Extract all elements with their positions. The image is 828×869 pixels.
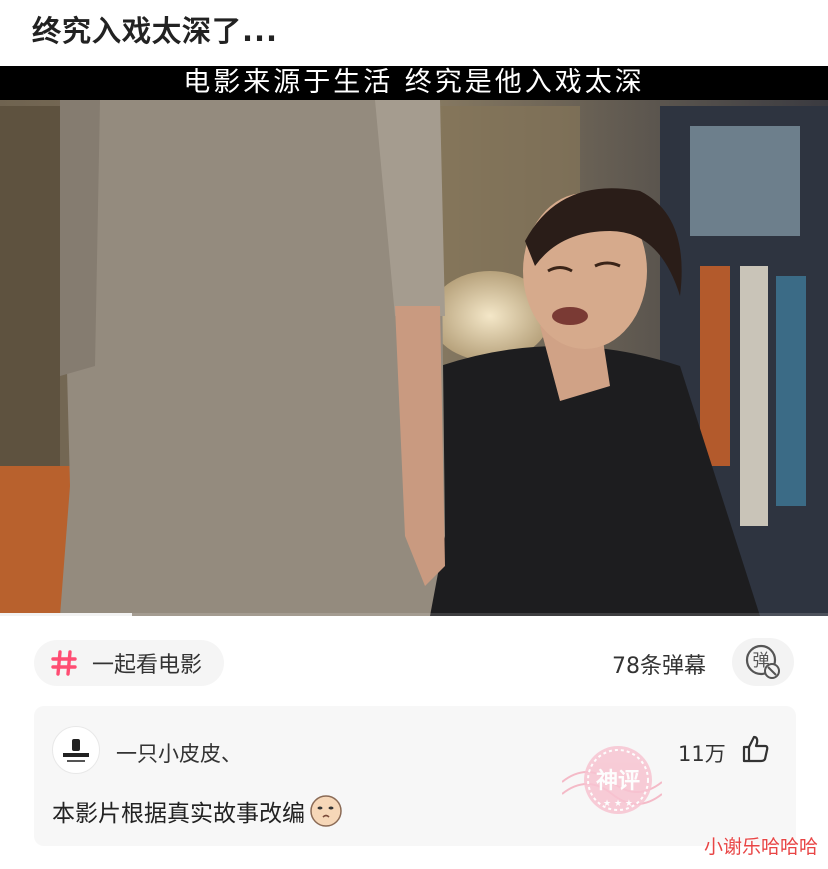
stamp-icon: 神评 ★ ★ ★ <box>562 746 662 814</box>
like-count: 11万 <box>678 742 726 766</box>
danmaku-count: 78条弹幕 <box>612 654 706 679</box>
video-player[interactable]: 电影来源于生活 终究是他入戏太深 <box>0 66 828 616</box>
stamp-text: 神评 <box>596 768 640 794</box>
comment-text: 本影片根据真实故事改编 <box>52 801 305 827</box>
avatar-logo-icon <box>63 739 89 762</box>
topic-tag[interactable]: 一起看电影 <box>34 640 224 686</box>
avatar[interactable] <box>52 726 100 774</box>
watermark: 小谢乐哈哈哈 <box>703 836 818 858</box>
video-progress-bar[interactable] <box>0 613 828 616</box>
video-subtitle: 电影来源于生活 终究是他入戏太深 <box>183 67 645 98</box>
video-still <box>0 66 828 616</box>
danmaku-off-icon: 弹 <box>745 644 780 679</box>
comment-body: 本影片根据真实故事改编 <box>52 794 343 828</box>
hot-comment-card[interactable]: 一只小皮皮、 神评 ★ ★ ★ 11万 本影片根据真实故事改编 <box>34 706 796 846</box>
post-title: 终究入戏太深了... <box>32 14 279 48</box>
thumbs-up-icon[interactable] <box>740 734 770 764</box>
danmaku-toggle-button[interactable]: 弹 <box>732 638 794 686</box>
video-progress-fill <box>0 613 133 616</box>
hash-icon <box>51 650 77 676</box>
svg-text:★ ★ ★: ★ ★ ★ <box>603 799 633 809</box>
face-emoji-icon <box>310 795 342 827</box>
topic-label: 一起看电影 <box>92 653 203 678</box>
comment-username[interactable]: 一只小皮皮、 <box>116 738 242 768</box>
